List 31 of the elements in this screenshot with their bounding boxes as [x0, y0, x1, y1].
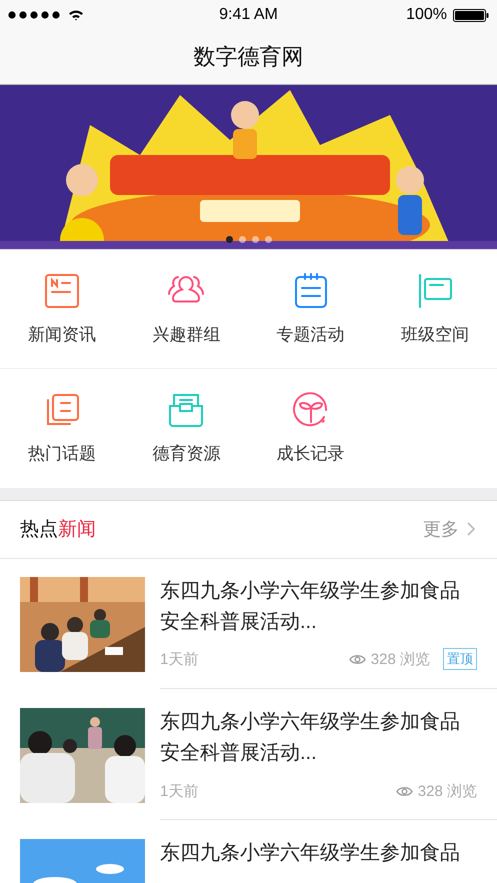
view-count: 328 浏览 [370, 650, 430, 668]
news-time: 1天前 [160, 650, 198, 668]
status-time: 9:41 AM [219, 6, 278, 24]
menu-item[interactable]: 兴趣群组 [124, 250, 248, 369]
eye-icon [348, 654, 366, 664]
carousel-dot[interactable] [238, 236, 246, 243]
view-count: 328 浏览 [418, 782, 477, 801]
news-item[interactable]: 东四九条小学六年级学生参加食品安全科普展活动... 1天前 328 浏览 置顶 [0, 559, 497, 689]
battery-percent: 100% [406, 6, 447, 24]
wifi-icon [68, 9, 84, 21]
section-title: 热点新闻 [20, 518, 96, 542]
menu-item[interactable]: 成长记录 [248, 369, 373, 488]
signal-icon [8, 11, 62, 19]
menu-item[interactable]: 新闻资讯 [0, 250, 124, 369]
menu-item[interactable]: 班级空间 [372, 250, 497, 369]
page-title: 数字德育网 [194, 43, 304, 71]
news-title: 东四九条小学六年级学生参加食品安全科普展活动... [160, 710, 461, 766]
eye-icon [396, 786, 413, 797]
menu-item[interactable]: 热门话题 [0, 369, 124, 488]
carousel-dot[interactable] [264, 236, 272, 243]
news-title: 东四九条小学六年级学生参加食品 [160, 841, 461, 866]
chevron-right-icon [467, 522, 475, 536]
pinned-tag: 置顶 [443, 648, 477, 670]
menu-item[interactable]: 德育资源 [124, 369, 248, 488]
menu-item[interactable]: 专题活动 [248, 250, 373, 369]
news-time: 1天前 [160, 782, 198, 801]
carousel-dot[interactable] [252, 236, 258, 243]
battery-icon [453, 8, 489, 22]
news-item[interactable]: 东四九条小学六年级学生参加食品 [0, 820, 497, 883]
news-item[interactable]: 东四九条小学六年级学生参加食品安全科普展活动... 1天前 328 浏览 [0, 689, 497, 820]
news-title: 东四九条小学六年级学生参加食品安全科普展活动... [160, 579, 461, 635]
